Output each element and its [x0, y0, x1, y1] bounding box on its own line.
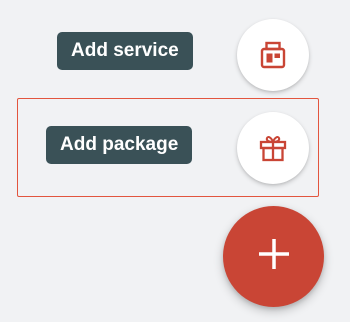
speed-dial-menu: Add service Add package — [0, 0, 350, 322]
add-service-label[interactable]: Add service — [57, 32, 193, 70]
add-package-label[interactable]: Add package — [46, 126, 193, 164]
add-service-button[interactable] — [237, 19, 309, 91]
add-package-button[interactable] — [237, 112, 309, 184]
main-fab-button[interactable] — [223, 206, 324, 307]
plus-icon — [257, 237, 291, 276]
gift-icon — [258, 133, 288, 163]
service-box-icon — [258, 40, 288, 70]
